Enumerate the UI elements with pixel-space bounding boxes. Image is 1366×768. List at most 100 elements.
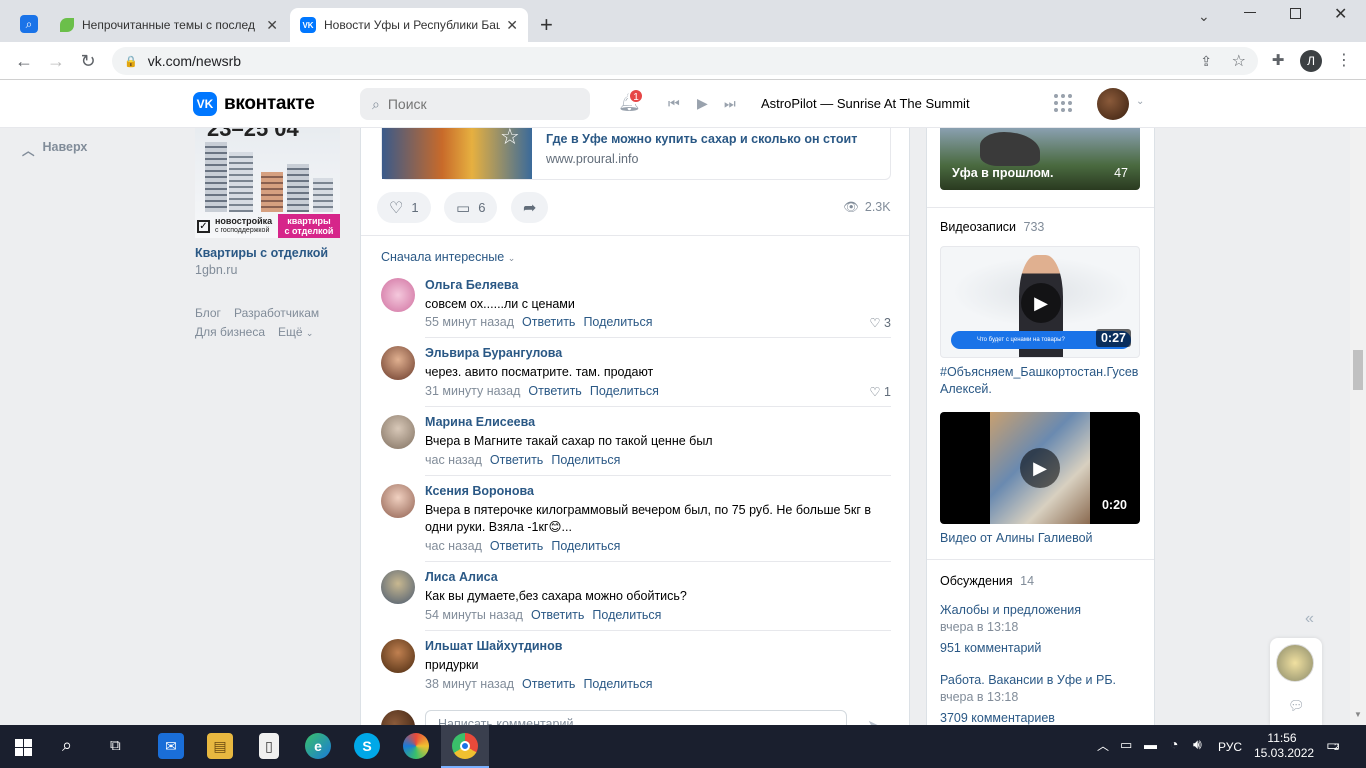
chat-avatar[interactable] <box>1276 644 1314 682</box>
comment-time[interactable]: 31 минуту назад <box>425 384 520 398</box>
back-to-top-link[interactable]: ︿ Наверх <box>22 140 87 159</box>
comment-author[interactable]: Марина Елисеева <box>425 415 535 429</box>
back-arrow-icon[interactable]: ← <box>14 51 34 71</box>
share-link[interactable]: Поделиться <box>583 315 652 329</box>
close-window-button[interactable]: ✕ <box>1334 4 1347 24</box>
reply-link[interactable]: Ответить <box>490 539 543 553</box>
tab-list-chevron-icon[interactable]: ⌄ <box>1198 8 1210 25</box>
comment-button[interactable]: ▭ 6 <box>444 192 498 223</box>
footer-link-more[interactable]: Ещё ⌄ <box>278 325 313 339</box>
share-link[interactable]: Поделиться <box>583 677 652 691</box>
search-input[interactable] <box>387 96 568 112</box>
extensions-puzzle-icon[interactable]: ✚ <box>1268 51 1288 71</box>
videos-header[interactable]: Видеозаписи 733 <box>940 220 1044 234</box>
share-link[interactable]: Поделиться <box>551 453 620 467</box>
mail-app-icon[interactable]: ✉ <box>158 733 184 759</box>
scroll-down-arrow-icon[interactable]: ▼ <box>1354 710 1362 719</box>
comment-time[interactable]: час назад <box>425 453 482 467</box>
snippet-title[interactable]: Где в Уфе можно купить сахар и сколько о… <box>546 132 857 146</box>
comment-author[interactable]: Ильшат Шайхутдинов <box>425 639 562 653</box>
start-windows-icon[interactable] <box>15 739 32 756</box>
skype-icon[interactable]: S <box>354 733 380 759</box>
play-icon[interactable]: ▶ <box>1020 448 1060 488</box>
share-link[interactable]: Поделиться <box>551 539 620 553</box>
like-button[interactable]: ♡ 1 <box>377 192 431 223</box>
send-arrow-icon[interactable]: ➤ <box>867 716 880 725</box>
discussion-title[interactable]: Работа. Вакансии в Уфе и РБ. <box>940 673 1116 687</box>
maximize-button[interactable] <box>1290 8 1301 19</box>
apps-grid-icon[interactable] <box>1054 94 1072 112</box>
comment-author[interactable]: Ксения Воронова <box>425 484 534 498</box>
reply-link[interactable]: Ответить <box>490 453 543 467</box>
tab-forum[interactable]: Непрочитанные темы с послед ✕ <box>50 8 288 42</box>
share-button[interactable]: ➦ <box>511 192 549 223</box>
footer-link-business[interactable]: Для бизнеса <box>195 325 265 339</box>
discussions-header[interactable]: Обсуждения 14 <box>940 574 1034 588</box>
avatar[interactable] <box>381 278 415 312</box>
close-tab-icon[interactable]: ✕ <box>506 17 518 34</box>
comment-time[interactable]: 38 минут назад <box>425 677 514 691</box>
reply-link[interactable]: Ответить <box>528 384 581 398</box>
avatar[interactable] <box>381 484 415 518</box>
video-title[interactable]: Видео от Алины Галиевой <box>940 531 1093 545</box>
comment-author[interactable]: Эльвира Бурангулова <box>425 346 562 360</box>
profile-avatar[interactable]: Л <box>1300 50 1322 72</box>
scrollbar-thumb[interactable] <box>1353 350 1363 390</box>
paint-app-icon[interactable] <box>403 733 429 759</box>
player-track-title[interactable]: AstroPilot — Sunrise At The Summit <box>761 96 970 111</box>
minimize-button[interactable] <box>1244 12 1256 13</box>
language-indicator[interactable]: РУС <box>1218 740 1242 754</box>
tab-vk-news[interactable]: VK Новости Уфы и Республики Баш ✕ <box>290 8 528 42</box>
avatar[interactable] <box>381 346 415 380</box>
reply-link[interactable]: Ответить <box>522 677 575 691</box>
footer-link-blog[interactable]: Блог <box>195 306 221 320</box>
reply-link[interactable]: Ответить <box>531 608 584 622</box>
avatar[interactable] <box>381 570 415 604</box>
comment-author[interactable]: Ольга Беляева <box>425 278 518 292</box>
wifi-icon[interactable]: ◔ <box>1170 736 1178 752</box>
volume-icon[interactable]: 🔊︎ <box>1193 736 1202 753</box>
comment-like[interactable]: ♡ 1 <box>869 384 891 399</box>
video-thumbnail[interactable]: Что будет с ценами на товары? ▶ 0:27 <box>940 246 1140 358</box>
tray-expand-icon[interactable]: ︿ <box>1097 737 1109 754</box>
share-icon[interactable]: ⇪ <box>1200 53 1212 70</box>
video-title[interactable]: #Объясняем_Башкортостан.Гусев Алексей. <box>940 364 1145 398</box>
comments-sort-dropdown[interactable]: Сначала интересные ⌄ <box>381 250 515 264</box>
player-play-icon[interactable]: ▶ <box>697 95 708 112</box>
vk-logo[interactable]: VK вконтакте <box>193 92 315 116</box>
bookmark-star-icon[interactable]: ☆ <box>500 128 520 150</box>
tab-search-icon[interactable]: ⌕ <box>20 15 38 33</box>
task-view-icon[interactable]: ⧉ <box>110 737 121 754</box>
video-thumbnail[interactable]: ▶ 0:20 <box>940 412 1140 524</box>
comment-time[interactable]: 54 минуты назад <box>425 608 523 622</box>
notepad-icon[interactable]: ▯ <box>259 733 279 759</box>
page-scrollbar[interactable]: ▼ <box>1350 128 1366 725</box>
comment-like[interactable]: ♡ 3 <box>869 315 891 330</box>
bookmark-star-icon[interactable]: ☆ <box>1232 51 1246 71</box>
vk-search[interactable]: ⌕ <box>360 88 590 120</box>
file-explorer-icon[interactable]: ▤ <box>207 733 233 759</box>
link-snippet[interactable]: ☆ Где в Уфе можно купить сахар и сколько… <box>381 128 891 180</box>
comment-input[interactable]: Написать комментарий... <box>425 710 847 725</box>
collapse-chats-icon[interactable]: « <box>1305 610 1314 628</box>
menu-kebab-icon[interactable]: ⋮ <box>1334 51 1354 71</box>
user-avatar[interactable] <box>1097 88 1129 120</box>
comment-author[interactable]: Лиса Алиса <box>425 570 498 584</box>
avatar[interactable] <box>381 639 415 673</box>
battery-icon[interactable]: ▬ <box>1144 737 1157 752</box>
player-prev-icon[interactable]: ⏮ <box>668 96 680 112</box>
discussion-title[interactable]: Жалобы и предложения <box>940 603 1081 617</box>
ad-title-link[interactable]: Квартиры с отделкой <box>195 246 328 260</box>
forward-arrow-icon[interactable]: → <box>46 51 66 71</box>
player-next-icon[interactable]: ⏭ <box>724 96 736 112</box>
share-link[interactable]: Поделиться <box>590 384 659 398</box>
avatar[interactable] <box>381 415 415 449</box>
reload-icon[interactable]: ↻ <box>78 51 98 71</box>
close-tab-icon[interactable]: ✕ <box>266 17 278 34</box>
tray-device-icon[interactable]: ▭ <box>1120 737 1132 753</box>
user-menu-chevron-icon[interactable]: ⌄ <box>1136 96 1144 107</box>
discussion-comments[interactable]: 3709 комментариев <box>940 711 1055 725</box>
footer-link-developers[interactable]: Разработчикам <box>234 306 319 320</box>
new-tab-button[interactable]: + <box>540 12 553 38</box>
reply-link[interactable]: Ответить <box>522 315 575 329</box>
